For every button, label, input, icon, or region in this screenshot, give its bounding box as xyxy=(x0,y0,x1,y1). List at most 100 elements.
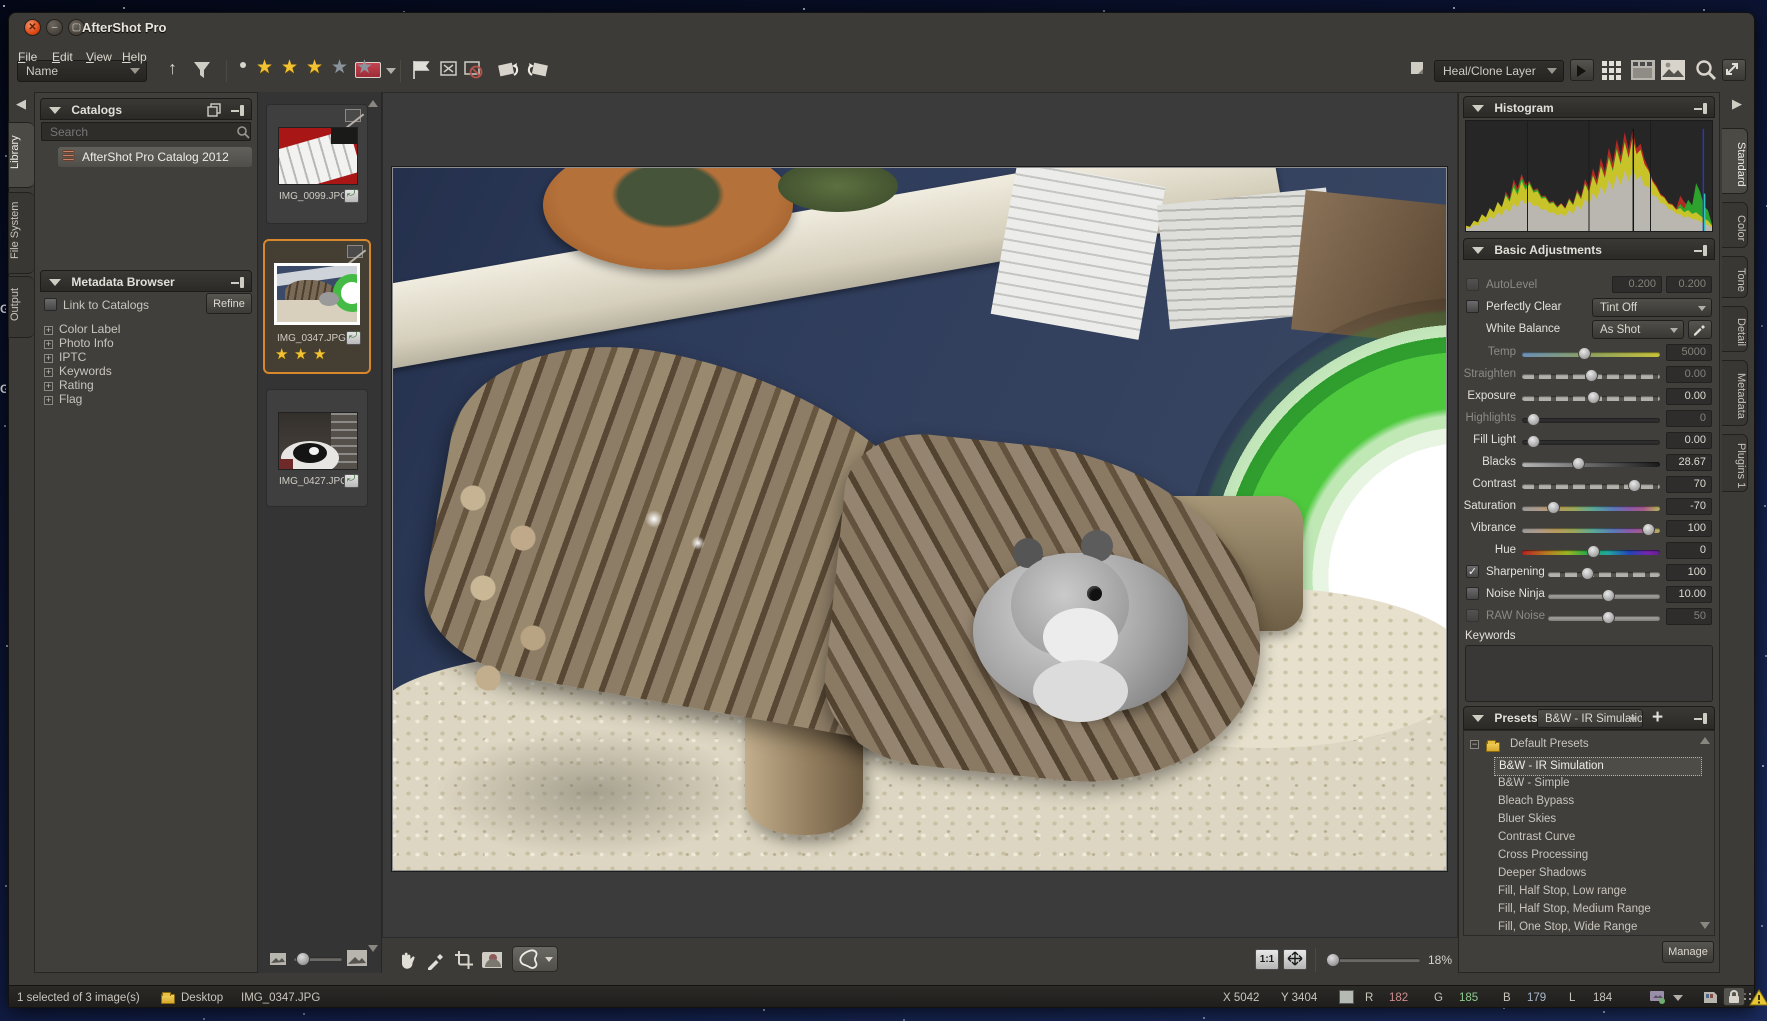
catalogs-header[interactable]: Catalogs xyxy=(40,98,252,120)
thumbnail-IMG_0427[interactable]: IMG_0427.JPG xyxy=(266,389,368,507)
fill-light-value[interactable]: 0.00 xyxy=(1666,432,1712,449)
rotate-right-icon[interactable] xyxy=(524,59,550,81)
preset-item[interactable]: Bleach Bypass xyxy=(1494,793,1702,810)
flag-x-icon[interactable] xyxy=(438,60,460,80)
link-to-catalogs-checkbox[interactable] xyxy=(44,298,57,311)
flag-icon[interactable] xyxy=(410,60,432,80)
raw-noise-checkbox[interactable] xyxy=(1466,609,1479,622)
chevron-down-icon[interactable] xyxy=(1673,995,1683,1001)
browse-view-icon[interactable] xyxy=(1630,59,1656,81)
current-folder[interactable]: Desktop xyxy=(181,992,223,1004)
close-button[interactable]: ✕ xyxy=(24,19,41,36)
memory-card-icon[interactable] xyxy=(1701,989,1719,1005)
preset-item[interactable]: Fill, Half Stop, Medium Range xyxy=(1494,901,1702,918)
rating-star-2[interactable]: ★ xyxy=(281,58,298,78)
viewer-zoom-slider-knob[interactable] xyxy=(1326,953,1340,967)
flag-block-icon[interactable] xyxy=(463,60,485,80)
heal-clone-tool[interactable] xyxy=(512,946,558,972)
meta-tree-photo-info[interactable]: +Photo Info xyxy=(44,336,114,350)
keywords-input[interactable] xyxy=(1465,645,1713,702)
pin-icon[interactable] xyxy=(1694,713,1707,724)
contrast-slider-knob[interactable] xyxy=(1628,479,1641,492)
grid-view-icon[interactable] xyxy=(1600,59,1626,81)
meta-tree-keywords[interactable]: +Keywords xyxy=(44,364,112,378)
refine-button[interactable]: Refine xyxy=(206,293,252,314)
noise-ninja-checkbox[interactable] xyxy=(1466,587,1479,600)
preset-item[interactable]: Contrast Curve xyxy=(1494,829,1702,846)
meta-tree-iptc[interactable]: +IPTC xyxy=(44,350,86,364)
fit-to-screen-button[interactable] xyxy=(1283,949,1307,970)
thumb-scroll-up-arrow[interactable] xyxy=(368,100,378,107)
collapse-right-panel-arrow[interactable]: ▶ xyxy=(1732,96,1742,112)
eyedropper-tool[interactable] xyxy=(424,948,446,970)
pan-hand-tool[interactable] xyxy=(396,948,418,970)
highlights-slider-track[interactable] xyxy=(1522,418,1660,423)
left-tab-library[interactable]: Library xyxy=(8,122,34,188)
image-view-icon[interactable] xyxy=(1660,59,1686,81)
right-tab-metadata[interactable]: Metadata xyxy=(1722,360,1748,426)
exposure-slider-knob[interactable] xyxy=(1587,391,1600,404)
rating-star-3[interactable]: ★ xyxy=(306,58,323,78)
slideshow-button[interactable] xyxy=(1570,59,1594,81)
right-tab-color[interactable]: Color xyxy=(1722,202,1748,248)
preset-item[interactable]: Deeper Shadows xyxy=(1494,865,1702,882)
menu-view[interactable]: View xyxy=(86,50,112,64)
temp-value[interactable]: 5000 xyxy=(1666,344,1712,361)
vibrance-slider-knob[interactable] xyxy=(1642,523,1655,536)
vibrance-slider-track[interactable] xyxy=(1522,528,1660,533)
presets-dropdown[interactable]: B&W - IR Simulation xyxy=(1537,709,1643,728)
autolevel-checkbox[interactable] xyxy=(1466,278,1479,291)
zoom-1to1-button[interactable]: 1:1 xyxy=(1255,949,1279,970)
sharpening-checkbox[interactable]: ✓ xyxy=(1466,565,1479,578)
layer-combobox[interactable]: Heal/Clone Layer xyxy=(1434,60,1564,82)
basic-adjustments-header[interactable]: Basic Adjustments xyxy=(1463,238,1715,260)
thumbnail-IMG_0099[interactable]: IMG_0099.JPG xyxy=(266,104,368,224)
search-input[interactable] xyxy=(41,122,251,141)
meta-tree-rating[interactable]: +Rating xyxy=(44,378,94,392)
preset-item[interactable]: Fill, Half Stop, Low range xyxy=(1494,883,1702,900)
presets-scroll-up-arrow[interactable] xyxy=(1700,737,1710,744)
white-balance-eyedropper-button[interactable] xyxy=(1688,320,1712,339)
manage-presets-button[interactable]: Manage xyxy=(1662,941,1714,963)
saturation-slider-track[interactable] xyxy=(1522,506,1660,511)
rating-star-1[interactable]: ★ xyxy=(256,58,273,78)
rotate-left-icon[interactable] xyxy=(496,59,522,81)
expand-icon[interactable]: + xyxy=(44,354,53,363)
expand-icon[interactable]: + xyxy=(44,382,53,391)
right-tab-detail[interactable]: Detail xyxy=(1722,306,1748,352)
thumb-scroll-down-arrow[interactable] xyxy=(368,945,378,952)
meta-tree-color-label[interactable]: +Color Label xyxy=(44,322,120,336)
left-tab-output[interactable]: Output xyxy=(8,276,34,338)
histogram-header[interactable]: Histogram xyxy=(1463,96,1715,118)
raw-noise-value[interactable]: 50 xyxy=(1666,608,1712,625)
hue-slider-knob[interactable] xyxy=(1587,545,1600,558)
main-photo[interactable] xyxy=(392,167,1447,871)
softproof-monitor-icon[interactable] xyxy=(1649,990,1667,1005)
preset-item[interactable]: Bluer Skies xyxy=(1494,811,1702,828)
right-tab-plugins-1[interactable]: Plugins 1 xyxy=(1722,434,1748,492)
presets-scroll-down-arrow[interactable] xyxy=(1700,922,1710,929)
temp-slider-knob[interactable] xyxy=(1578,347,1591,360)
redeye-tool[interactable] xyxy=(480,948,502,970)
contrast-value[interactable]: 70 xyxy=(1666,476,1712,493)
pin-icon[interactable] xyxy=(1694,103,1707,114)
highlights-slider-knob[interactable] xyxy=(1527,413,1540,426)
metadata-browser-header[interactable]: Metadata Browser xyxy=(40,270,252,292)
expand-icon[interactable]: + xyxy=(44,368,53,377)
chevron-down-icon[interactable] xyxy=(386,68,396,74)
noise-ninja-slider-knob[interactable] xyxy=(1602,589,1615,602)
white-balance-dropdown[interactable]: As Shot xyxy=(1592,320,1684,339)
saturation-slider-knob[interactable] xyxy=(1547,501,1560,514)
pin-icon[interactable] xyxy=(1694,245,1707,256)
collapse-folder-icon[interactable]: − xyxy=(1470,740,1479,749)
right-tab-tone[interactable]: Tone xyxy=(1722,256,1748,298)
preset-item[interactable]: Fill, One Stop, Wide Range xyxy=(1494,919,1702,936)
raw-noise-slider-knob[interactable] xyxy=(1602,611,1615,624)
warning-icon[interactable] xyxy=(1749,988,1767,1006)
meta-tree-flag[interactable]: +Flag xyxy=(44,392,82,406)
presets-folder-label[interactable]: Default Presets xyxy=(1506,736,1589,753)
rating-star-4[interactable]: ★ xyxy=(331,58,348,78)
right-tab-standard[interactable]: Standard xyxy=(1722,128,1748,194)
vibrance-value[interactable]: 100 xyxy=(1666,520,1712,537)
small-thumbnail-size-icon[interactable] xyxy=(268,950,288,968)
